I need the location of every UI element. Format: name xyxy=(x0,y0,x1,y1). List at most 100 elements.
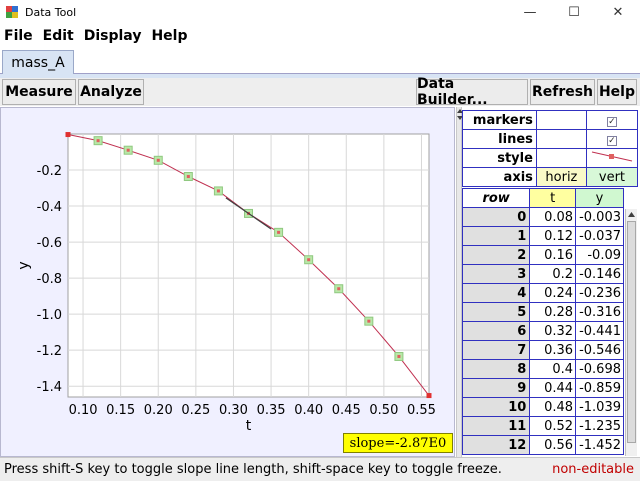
t-value-cell[interactable]: 0.48 xyxy=(529,397,577,417)
data-point-highlight[interactable] xyxy=(65,132,71,138)
data-table: row t y 0 0.08 -0.003 1 0.12 -0.037 2 0.16 -0.09… xyxy=(462,188,624,455)
y-tick-label: -1.2 xyxy=(37,344,62,359)
t-value-cell[interactable]: 0.36 xyxy=(529,340,577,360)
data-builder-button[interactable]: Data Builder... xyxy=(416,76,528,108)
tab-mass-a[interactable]: mass_A xyxy=(2,50,74,75)
data-point-center xyxy=(307,258,311,262)
table-scrollbar[interactable] xyxy=(625,209,637,456)
y-value-cell[interactable]: -0.003 xyxy=(575,207,624,227)
x-tick-label: 0.35 xyxy=(257,403,286,418)
chart[interactable]: 0.10 0.15 0.20 0.25 0.30 0.35 0.40 0.45 0.50 0.55… xyxy=(1,108,454,456)
menu-edit[interactable]: Edit xyxy=(43,28,74,44)
t-value-cell[interactable]: 0.24 xyxy=(529,283,577,303)
table-row[interactable]: 4 0.24 -0.236 xyxy=(462,283,624,303)
row-number-cell[interactable]: 11 xyxy=(462,416,531,436)
plot-panel[interactable]: 0.10 0.15 0.20 0.25 0.30 0.35 0.40 0.45 0.50 0.55… xyxy=(0,107,455,457)
t-value-cell[interactable]: 0.08 xyxy=(529,207,577,227)
style-t-cell[interactable] xyxy=(535,148,587,168)
t-value-cell[interactable]: 0.52 xyxy=(529,416,577,436)
table-row[interactable]: 12 0.56 -1.452 xyxy=(462,435,624,455)
header-row[interactable]: row xyxy=(462,188,531,208)
style-y-cell[interactable] xyxy=(585,148,639,168)
row-number-cell[interactable]: 8 xyxy=(462,359,531,379)
header-y[interactable]: y xyxy=(575,188,624,208)
close-button[interactable]: ✕ xyxy=(596,0,640,24)
table-row[interactable]: 11 0.52 -1.235 xyxy=(462,416,624,436)
measure-button[interactable]: Measure xyxy=(2,79,76,105)
title-bar: Data Tool — ☐ ✕ xyxy=(0,0,640,24)
table-row[interactable]: 6 0.32 -0.441 xyxy=(462,321,624,341)
markers-checkbox[interactable]: ✓ xyxy=(606,116,617,127)
line-style-icon[interactable] xyxy=(590,149,634,163)
row-number-cell[interactable]: 2 xyxy=(462,245,531,265)
row-number-cell[interactable]: 7 xyxy=(462,340,531,360)
row-number-cell[interactable]: 6 xyxy=(462,321,531,341)
lines-checkbox[interactable]: ✓ xyxy=(606,135,617,146)
y-value-cell[interactable]: -0.698 xyxy=(575,359,624,379)
t-value-cell[interactable]: 0.44 xyxy=(529,378,577,398)
y-value-cell[interactable]: -0.316 xyxy=(575,302,624,322)
row-number-cell[interactable]: 0 xyxy=(462,207,531,227)
t-value-cell[interactable]: 0.56 xyxy=(529,435,577,455)
x-tick-label: 0.10 xyxy=(69,403,98,418)
t-value-cell[interactable]: 0.16 xyxy=(529,245,577,265)
markers-label: markers xyxy=(462,110,537,130)
table-row[interactable]: 9 0.44 -0.859 xyxy=(462,378,624,398)
plot-area[interactable] xyxy=(67,133,430,398)
y-value-cell[interactable]: -0.09 xyxy=(575,245,624,265)
axis-vert-cell[interactable]: vert xyxy=(585,167,639,187)
maximize-button[interactable]: ☐ xyxy=(552,0,596,24)
t-value-cell[interactable]: 0.12 xyxy=(529,226,577,246)
scroll-up-icon[interactable] xyxy=(626,209,637,220)
editable-status: non-editable xyxy=(552,462,634,477)
t-value-cell[interactable]: 0.28 xyxy=(529,302,577,322)
row-number-cell[interactable]: 5 xyxy=(462,302,531,322)
minimize-button[interactable]: — xyxy=(508,0,552,24)
axis-horiz-cell[interactable]: horiz xyxy=(535,167,587,187)
header-t[interactable]: t xyxy=(529,188,577,208)
table-row[interactable]: 7 0.36 -0.546 xyxy=(462,340,624,360)
menu-display[interactable]: Display xyxy=(84,28,142,44)
data-point-highlight[interactable] xyxy=(426,393,432,399)
y-value-cell[interactable]: -0.546 xyxy=(575,340,624,360)
y-value-cell[interactable]: -0.037 xyxy=(575,226,624,246)
markers-t-cell[interactable] xyxy=(535,110,587,130)
x-tick-label: 0.25 xyxy=(181,403,210,418)
analyze-button[interactable]: Analyze xyxy=(78,79,144,105)
row-number-cell[interactable]: 3 xyxy=(462,264,531,284)
table-row[interactable]: 2 0.16 -0.09 xyxy=(462,245,624,265)
data-table-panel: row t y 0 0.08 -0.003 1 0.12 -0.037 2 0.16 -0.09… xyxy=(462,188,638,456)
scrollbar-thumb[interactable] xyxy=(627,221,636,443)
lines-y-cell[interactable]: ✓ xyxy=(585,129,639,149)
lines-t-cell[interactable] xyxy=(535,129,587,149)
row-number-cell[interactable]: 12 xyxy=(462,435,531,455)
y-value-cell[interactable]: -0.859 xyxy=(575,378,624,398)
y-value-cell[interactable]: -0.441 xyxy=(575,321,624,341)
table-row[interactable]: 1 0.12 -0.037 xyxy=(462,226,624,246)
markers-y-cell[interactable]: ✓ xyxy=(585,110,639,130)
table-row[interactable]: 5 0.28 -0.316 xyxy=(462,302,624,322)
y-value-cell[interactable]: -1.452 xyxy=(575,435,624,455)
y-value-cell[interactable]: -1.235 xyxy=(575,416,624,436)
y-tick-label: -0.8 xyxy=(37,272,62,287)
t-value-cell[interactable]: 0.4 xyxy=(529,359,577,379)
t-value-cell[interactable]: 0.32 xyxy=(529,321,577,341)
y-tick-label: -0.4 xyxy=(37,200,62,215)
table-row[interactable]: 0 0.08 -0.003 xyxy=(462,207,624,227)
y-value-cell[interactable]: -0.146 xyxy=(575,264,624,284)
table-row[interactable]: 8 0.4 -0.698 xyxy=(462,359,624,379)
menu-help[interactable]: Help xyxy=(151,28,187,44)
row-number-cell[interactable]: 4 xyxy=(462,283,531,303)
y-value-cell[interactable]: -1.039 xyxy=(575,397,624,417)
refresh-button[interactable]: Refresh xyxy=(530,79,595,105)
t-value-cell[interactable]: 0.2 xyxy=(529,264,577,284)
menu-bar: File Edit Display Help xyxy=(0,24,640,48)
row-number-cell[interactable]: 10 xyxy=(462,397,531,417)
table-row[interactable]: 3 0.2 -0.146 xyxy=(462,264,624,284)
table-row[interactable]: 10 0.48 -1.039 xyxy=(462,397,624,417)
row-number-cell[interactable]: 1 xyxy=(462,226,531,246)
help-button[interactable]: Help xyxy=(597,79,637,105)
row-number-cell[interactable]: 9 xyxy=(462,378,531,398)
menu-file[interactable]: File xyxy=(4,28,33,44)
y-value-cell[interactable]: -0.236 xyxy=(575,283,624,303)
